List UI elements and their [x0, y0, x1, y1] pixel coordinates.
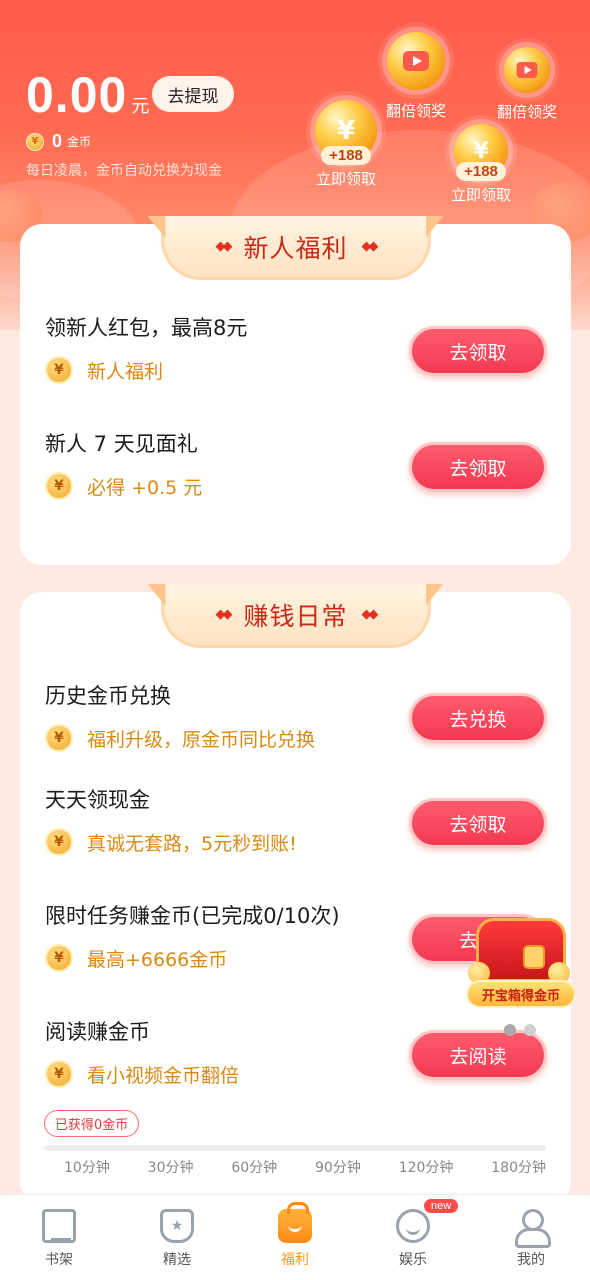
bubble-label: 翻倍领奖	[386, 102, 447, 120]
nav-label: 福利	[281, 1252, 309, 1268]
exchange-button[interactable]: 去兑换	[409, 693, 547, 743]
coin-icon: ¥	[45, 724, 73, 752]
task-item: 领新人红包，最高8元 ¥ 新人福利 去领取	[45, 312, 547, 384]
coin-icon: ¥	[45, 356, 73, 384]
nav-label: 精选	[163, 1252, 191, 1268]
task-item: 阅读赚金币 ¥ 看小视频金币翻倍 去阅读	[45, 1016, 547, 1088]
video-reward-icon	[387, 32, 445, 90]
diamond-icon: ◆◆	[215, 239, 232, 254]
video-reward-icon	[504, 47, 550, 93]
lock-icon	[523, 945, 545, 969]
nav-label: 娱乐	[399, 1252, 427, 1268]
diamond-icon: ◆◆	[361, 239, 379, 254]
section-ribbon: ◆◆ 赚钱日常 ◆◆	[160, 584, 431, 648]
entertainment-icon	[396, 1209, 430, 1243]
bookshelf-icon	[42, 1209, 76, 1243]
gift-icon	[278, 1202, 312, 1243]
diamond-icon: ◆◆	[361, 607, 379, 622]
task-subtitle: 看小视频金币翻倍	[87, 1064, 240, 1087]
read-button[interactable]: 去阅读	[409, 1030, 547, 1080]
coin-claim-bubble[interactable]: ¥ +188 立即领取	[315, 100, 377, 189]
carousel-indicator	[504, 1024, 536, 1036]
bottom-nav: 书架 ★ 精选 福利 new 娱乐 我的	[0, 1194, 590, 1280]
bubble-label: 立即领取	[451, 186, 512, 204]
reading-progress: 已获得0金币 10分钟 30分钟 60分钟 90分钟 120分钟 180分钟	[44, 1110, 546, 1177]
task-item: 历史金币兑换 ¥ 福利升级，原金币同比兑换 去兑换	[45, 680, 547, 752]
tick-label: 30分钟	[147, 1160, 194, 1176]
exchange-notice: 每日凌晨，金币自动兑换为现金	[26, 163, 222, 179]
task-item: 新人 7 天见面礼 ¥ 必得 +0.5 元 去领取	[45, 428, 547, 500]
carousel-dot	[504, 1024, 516, 1036]
nav-item-bookshelf[interactable]: 书架	[0, 1195, 118, 1280]
coin-count: 0	[52, 131, 63, 151]
task-item: 天天领现金 ¥ 真诚无套路，5元秒到账! 去领取	[45, 784, 547, 856]
tick-label: 60分钟	[231, 1160, 278, 1176]
coin-icon: ¥	[45, 1060, 73, 1088]
treasure-chest-widget[interactable]: 开宝箱得金币	[466, 918, 576, 1008]
claim-button[interactable]: 去领取	[409, 798, 547, 848]
new-badge: new	[424, 1199, 459, 1213]
section-title: 赚钱日常	[243, 601, 348, 631]
balance-unit: 元	[131, 96, 150, 117]
tick-label: 180分钟	[491, 1160, 546, 1176]
nav-item-welfare[interactable]: 福利	[236, 1195, 354, 1280]
nav-label: 书架	[45, 1252, 73, 1268]
claim-button[interactable]: 去领取	[409, 442, 547, 492]
bubble-label: 立即领取	[315, 170, 376, 188]
bubble-amount: +188	[456, 162, 506, 181]
bubble-label: 翻倍领奖	[497, 103, 558, 121]
coin-claim-bubble[interactable]: ¥ +188 立即领取	[451, 124, 511, 205]
coin-icon: ¥	[26, 132, 44, 151]
treasure-label: 开宝箱得金币	[466, 980, 576, 1008]
carousel-dot	[524, 1024, 536, 1036]
coin-icon: ¥	[45, 472, 73, 500]
featured-icon: ★	[160, 1209, 194, 1243]
section-title: 新人福利	[243, 233, 348, 263]
task-subtitle: 必得 +0.5 元	[87, 476, 203, 499]
task-subtitle: 最高+6666金币	[87, 948, 228, 971]
earned-coins-badge: 已获得0金币	[44, 1110, 140, 1137]
tick-label: 120分钟	[398, 1160, 454, 1176]
coin-icon: ¥	[45, 944, 73, 972]
balance-amount: 0.00	[26, 67, 128, 123]
diamond-icon: ◆◆	[215, 607, 232, 622]
progress-track	[44, 1145, 546, 1151]
task-subtitle: 新人福利	[87, 360, 164, 383]
nav-item-featured[interactable]: ★ 精选	[118, 1195, 236, 1280]
coin-unit: 金币	[67, 135, 92, 149]
newcomer-benefits-card: ◆◆ 新人福利 ◆◆ 领新人红包，最高8元 ¥ 新人福利 去领取 新人 7 天见…	[20, 216, 571, 565]
bubble-amount: +188	[321, 146, 371, 165]
section-ribbon: ◆◆ 新人福利 ◆◆	[160, 216, 431, 280]
double-reward-bubble[interactable]: 翻倍领奖	[497, 47, 557, 122]
task-subtitle: 真诚无套路，5元秒到账!	[87, 832, 297, 855]
coin-balance: ¥ 0 金币	[26, 131, 91, 152]
progress-ticks: 10分钟 30分钟 60分钟 90分钟 120分钟 180分钟	[44, 1157, 546, 1177]
tick-label: 90分钟	[315, 1160, 361, 1176]
nav-item-entertainment[interactable]: new 娱乐	[354, 1195, 472, 1280]
claim-button[interactable]: 去领取	[409, 326, 547, 376]
cash-balance: 0.00 元	[26, 66, 149, 124]
double-reward-bubble[interactable]: 翻倍领奖	[386, 32, 446, 121]
profile-icon	[514, 1209, 551, 1248]
coin-icon: ¥	[45, 828, 73, 856]
task-subtitle: 福利升级，原金币同比兑换	[87, 728, 316, 751]
nav-label: 我的	[517, 1252, 545, 1268]
withdraw-button[interactable]: 去提现	[152, 76, 234, 112]
nav-item-profile[interactable]: 我的	[472, 1195, 590, 1280]
tick-label: 10分钟	[64, 1160, 110, 1176]
